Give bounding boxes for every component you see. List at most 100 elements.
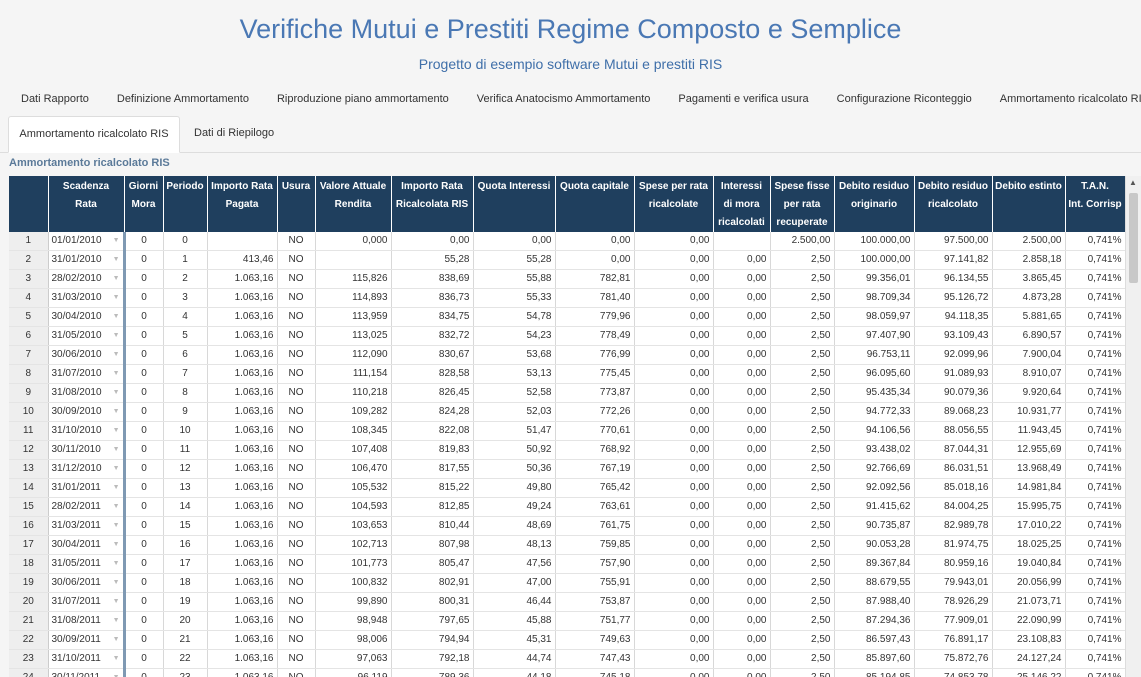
tab-riproduzione-piano[interactable]: Riproduzione piano ammortamento (264, 92, 462, 106)
table-cell[interactable]: 0 (122, 250, 164, 270)
table-cell[interactable]: 782,81 (555, 269, 635, 289)
table-cell[interactable]: 51,47 (473, 421, 556, 441)
dropdown-arrow-icon[interactable]: ▼ (113, 289, 120, 307)
table-cell[interactable]: 97.407,90 (834, 326, 915, 346)
table-cell[interactable]: 1.063,16 (207, 440, 278, 460)
table-cell[interactable]: 2.500,00 (770, 232, 835, 251)
table-cell[interactable]: 0 (122, 288, 164, 308)
table-cell[interactable]: 49,24 (473, 497, 556, 517)
table-cell[interactable]: NO (277, 535, 316, 555)
table-cell[interactable]: 0,00 (713, 269, 771, 289)
table-cell[interactable]: 92.766,69 (834, 459, 915, 479)
column-header[interactable]: Periodo (163, 176, 208, 232)
tab-dati-riepilogo[interactable]: Dati di Riepilogo (194, 116, 274, 151)
table-cell[interactable]: 812,85 (391, 497, 474, 517)
table-cell[interactable]: 90.079,36 (914, 383, 993, 403)
table-cell[interactable]: 0,00 (634, 421, 714, 441)
dropdown-arrow-icon[interactable]: ▼ (113, 232, 120, 250)
table-cell[interactable]: 31/07/2010 ▼ (48, 364, 125, 384)
table-cell[interactable]: 46,44 (473, 592, 556, 612)
table-cell[interactable]: 0,741% (1065, 345, 1125, 365)
table-cell[interactable]: 0 (122, 402, 164, 422)
table-cell[interactable]: 87.294,36 (834, 611, 915, 631)
table-cell[interactable]: 113,025 (315, 326, 392, 346)
table-cell[interactable]: 75.872,76 (914, 649, 993, 669)
table-cell[interactable]: 765,42 (555, 478, 635, 498)
dropdown-arrow-icon[interactable]: ▼ (113, 251, 120, 269)
table-cell[interactable]: 751,77 (555, 611, 635, 631)
table-cell[interactable]: 810,44 (391, 516, 474, 536)
table-cell[interactable]: 50,92 (473, 440, 556, 460)
table-cell[interactable]: 9.920,64 (992, 383, 1066, 403)
table-row[interactable]: 19 30/06/2011 ▼ 0 18 1.063,16 NO 100,832 802,91 4… (9, 573, 1125, 593)
table-cell[interactable]: 53,13 (473, 364, 556, 384)
table-cell[interactable]: 0 (122, 592, 164, 612)
table-cell[interactable]: NO (277, 668, 316, 677)
table-cell[interactable]: 1.063,16 (207, 516, 278, 536)
table-cell[interactable]: 90.735,87 (834, 516, 915, 536)
table-cell[interactable]: 0,741% (1065, 649, 1125, 669)
table-cell[interactable]: 1.063,16 (207, 478, 278, 498)
table-cell[interactable]: 91.415,62 (834, 497, 915, 517)
table-cell[interactable]: 6 (163, 345, 208, 365)
table-cell[interactable]: 108,345 (315, 421, 392, 441)
dropdown-arrow-icon[interactable]: ▼ (113, 460, 120, 478)
table-cell[interactable]: 0,00 (634, 440, 714, 460)
table-cell[interactable]: 0,741% (1065, 269, 1125, 289)
table-cell[interactable]: 0,741% (1065, 421, 1125, 441)
table-cell[interactable]: 0,00 (713, 364, 771, 384)
table-cell[interactable]: 89.068,23 (914, 402, 993, 422)
table-cell[interactable]: 7 (163, 364, 208, 384)
table-cell[interactable]: 17 (163, 554, 208, 574)
table-cell[interactable]: 1.063,16 (207, 421, 278, 441)
table-cell[interactable]: 0,00 (713, 630, 771, 650)
table-cell[interactable]: 0 (122, 232, 164, 251)
table-cell[interactable]: 2,50 (770, 326, 835, 346)
table-cell[interactable]: 30/04/2011 ▼ (48, 535, 125, 555)
table-cell[interactable]: 0,741% (1065, 630, 1125, 650)
table-row[interactable]: 14 31/01/2011 ▼ 0 13 1.063,16 NO 105,532 815,22 4… (9, 478, 1125, 498)
tab-pagamenti-usura[interactable]: Pagamenti e verifica usura (665, 92, 821, 106)
column-header[interactable]: Spese fisse per rata recuperate (770, 176, 835, 232)
table-cell[interactable]: NO (277, 554, 316, 574)
table-cell[interactable]: 0,00 (713, 478, 771, 498)
table-row[interactable]: 24 30/11/2011 ▼ 0 23 1.063,16 NO 96,119 789,36 44… (9, 668, 1125, 677)
table-cell[interactable]: 18.025,25 (992, 535, 1066, 555)
table-cell[interactable]: 19 (163, 592, 208, 612)
table-cell[interactable]: 2,50 (770, 383, 835, 403)
table-cell[interactable]: 86.031,51 (914, 459, 993, 479)
table-cell[interactable]: 17.010,22 (992, 516, 1066, 536)
table-cell[interactable]: 797,65 (391, 611, 474, 631)
table-cell[interactable] (207, 232, 278, 251)
table-cell[interactable]: 1.063,16 (207, 668, 278, 677)
table-cell[interactable]: 86.597,43 (834, 630, 915, 650)
table-cell[interactable]: 97.141,82 (914, 250, 993, 270)
table-cell[interactable]: 805,47 (391, 554, 474, 574)
vertical-scrollbar[interactable]: ▲ (1125, 176, 1141, 677)
table-cell[interactable]: 76.891,17 (914, 630, 993, 650)
table-cell[interactable]: 770,61 (555, 421, 635, 441)
table-cell[interactable]: 16 (163, 535, 208, 555)
table-cell[interactable]: 97,063 (315, 649, 392, 669)
table-cell[interactable]: 77.909,01 (914, 611, 993, 631)
table-row[interactable]: 17 30/04/2011 ▼ 0 16 1.063,16 NO 102,713 807,98 4… (9, 535, 1125, 555)
table-cell[interactable]: 45,31 (473, 630, 556, 650)
table-cell[interactable]: 106,470 (315, 459, 392, 479)
table-cell[interactable]: 92.099,96 (914, 345, 993, 365)
table-cell[interactable]: 0,00 (634, 232, 714, 251)
table-cell[interactable]: 0,00 (634, 250, 714, 270)
table-cell[interactable]: 0,00 (634, 478, 714, 498)
table-cell[interactable]: 15 (163, 516, 208, 536)
tab-ammortamento-ric[interactable]: Ammortamento ricalcolato RIC (987, 92, 1141, 106)
table-row[interactable]: 5 30/04/2010 ▼ 0 4 1.063,16 NO 113,959 834,75 54,… (9, 307, 1125, 327)
column-header[interactable]: Importo Rata Ricalcolata RIS (391, 176, 474, 232)
dropdown-arrow-icon[interactable]: ▼ (113, 593, 120, 611)
table-cell[interactable]: 0,00 (713, 611, 771, 631)
table-cell[interactable]: 96.134,55 (914, 269, 993, 289)
table-cell[interactable]: NO (277, 611, 316, 631)
table-cell[interactable]: 2.858,18 (992, 250, 1066, 270)
table-cell[interactable]: NO (277, 307, 316, 327)
table-cell[interactable]: 757,90 (555, 554, 635, 574)
table-cell[interactable]: 792,18 (391, 649, 474, 669)
table-cell[interactable]: 0,741% (1065, 459, 1125, 479)
